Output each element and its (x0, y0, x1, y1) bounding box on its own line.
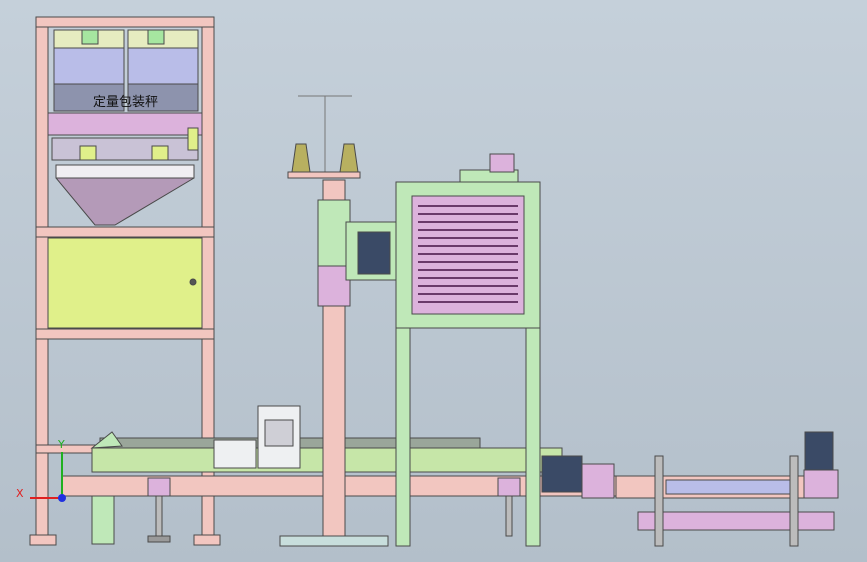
gate-block-right (151, 145, 169, 161)
tower-beam-lower (35, 328, 215, 340)
leveling-foot-1 (147, 477, 171, 497)
hopper-left (53, 47, 125, 85)
sewing-head-core (264, 419, 294, 447)
filling-leg-right (525, 327, 541, 547)
inlet-ramp (90, 431, 123, 449)
column-slide (317, 199, 351, 267)
column-base-plate (279, 535, 389, 547)
leveling-base-1 (147, 535, 171, 543)
drive-gearbox (581, 463, 615, 499)
packaging-machine-drawing: 定量包装秤 X Y (16, 16, 839, 547)
drive-motor (541, 455, 583, 493)
outfeed-screw-right (789, 455, 799, 547)
outfeed-motor (804, 431, 834, 471)
axis-y-label: Y (57, 438, 65, 451)
thread-tray (287, 171, 361, 179)
leveling-screw-1 (155, 495, 163, 537)
leveling-foot-2 (497, 477, 521, 497)
thread-cone-left (291, 143, 311, 173)
outfeed-belt (665, 479, 791, 495)
scale-label: 定量包装秤 (93, 95, 158, 110)
sensor-tab (187, 127, 199, 151)
funnel-rim (55, 164, 195, 179)
tower-left-post (35, 16, 49, 545)
conveyor-leg-left (91, 495, 115, 545)
clamp-left (81, 29, 99, 45)
leveling-screw-2 (505, 495, 513, 537)
conveyor-drive (541, 455, 615, 499)
cabinet-lock (189, 278, 197, 286)
sewing-base (213, 439, 257, 469)
column-motor (357, 231, 391, 275)
thread-cone-right (339, 143, 359, 173)
tower-foot-right (193, 534, 221, 546)
weigh-bucket-band (47, 112, 203, 136)
filling-top-gear (489, 153, 515, 173)
gate-block-left (79, 145, 97, 161)
outfeed-screw-left (654, 455, 664, 547)
tower-foot-left (29, 534, 57, 546)
axis-origin (58, 494, 66, 502)
hopper-right (127, 47, 199, 85)
clamp-right (147, 29, 165, 45)
outfeed-motor-mount (803, 469, 839, 499)
control-cabinet (47, 237, 203, 329)
tower-beam-mid (35, 226, 215, 238)
axis-x-label: X (16, 487, 24, 500)
tower-top-beam (35, 16, 215, 28)
outfeed-base (637, 511, 835, 531)
column-carriage (317, 265, 351, 307)
filling-leg-left (395, 327, 411, 547)
bucket-gate-strip (51, 137, 199, 161)
outfeed-conveyor (615, 431, 839, 547)
